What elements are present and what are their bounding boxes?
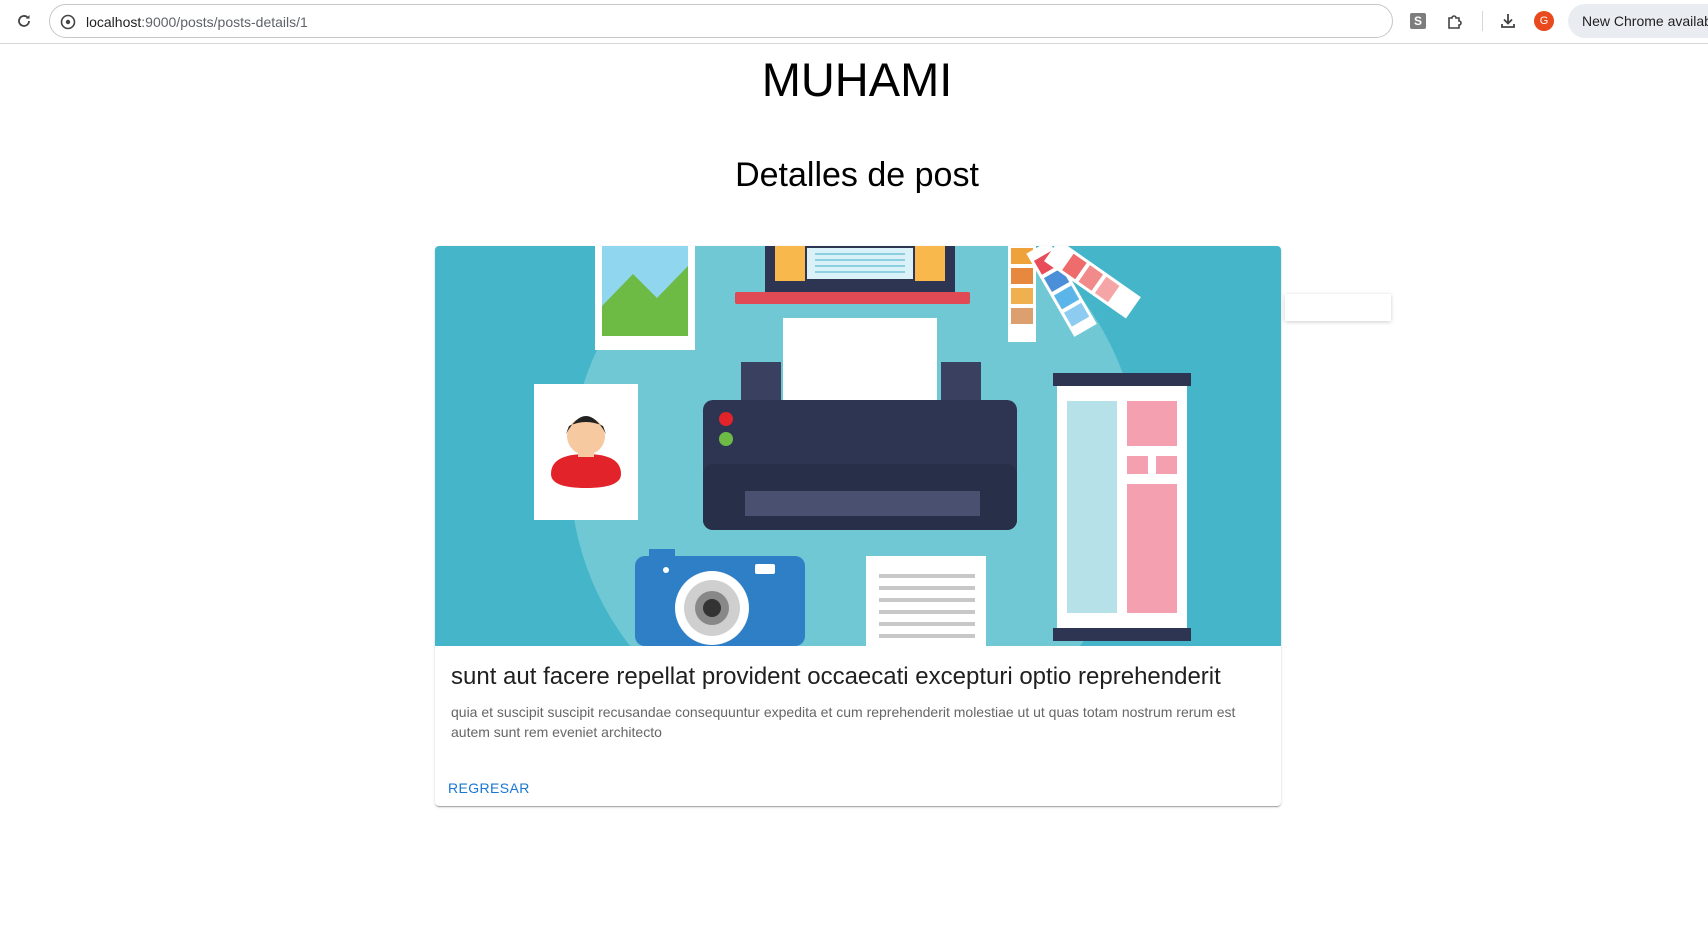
- post-body: quia et suscipit suscipit recusandae con…: [451, 704, 1236, 740]
- banner-stand-icon: [1053, 373, 1191, 641]
- landscape-photo-icon: [595, 246, 695, 350]
- extension-s-label: S: [1410, 13, 1426, 29]
- browser-toolbar: localhost:9000/posts/posts-details/1 S G…: [0, 0, 1708, 44]
- laptop-icon: [735, 246, 970, 304]
- url-host: localhost: [86, 14, 142, 30]
- toolbar-divider: [1482, 11, 1483, 31]
- floating-popup: [1285, 294, 1391, 321]
- page-heading: Detalles de post: [735, 156, 979, 194]
- camera-icon: [635, 549, 805, 646]
- profile-avatar-icon[interactable]: G: [1532, 9, 1556, 33]
- profile-initial: G: [1534, 11, 1554, 31]
- site-info-icon[interactable]: [59, 13, 77, 31]
- post-title: sunt aut facere repellat provident occae…: [451, 663, 1221, 690]
- extension-s-icon[interactable]: S: [1406, 9, 1430, 33]
- site-title: MUHAMI: [761, 53, 953, 106]
- url-path: :9000/posts/posts-details/1: [141, 14, 308, 30]
- reload-icon[interactable]: [12, 9, 36, 33]
- address-bar[interactable]: localhost:9000/posts/posts-details/1: [49, 4, 1393, 38]
- post-card: sunt aut facere repellat provident occae…: [435, 246, 1281, 806]
- back-button[interactable]: REGRESAR: [443, 770, 535, 806]
- extensions-puzzle-icon[interactable]: [1443, 9, 1467, 33]
- document-icon: [866, 556, 986, 646]
- post-image: [435, 246, 1281, 646]
- url-text: localhost:9000/posts/posts-details/1: [86, 5, 308, 39]
- chrome-update-button[interactable]: New Chrome available: [1568, 4, 1708, 38]
- user-portrait-icon: [534, 384, 638, 520]
- download-icon[interactable]: [1496, 9, 1520, 33]
